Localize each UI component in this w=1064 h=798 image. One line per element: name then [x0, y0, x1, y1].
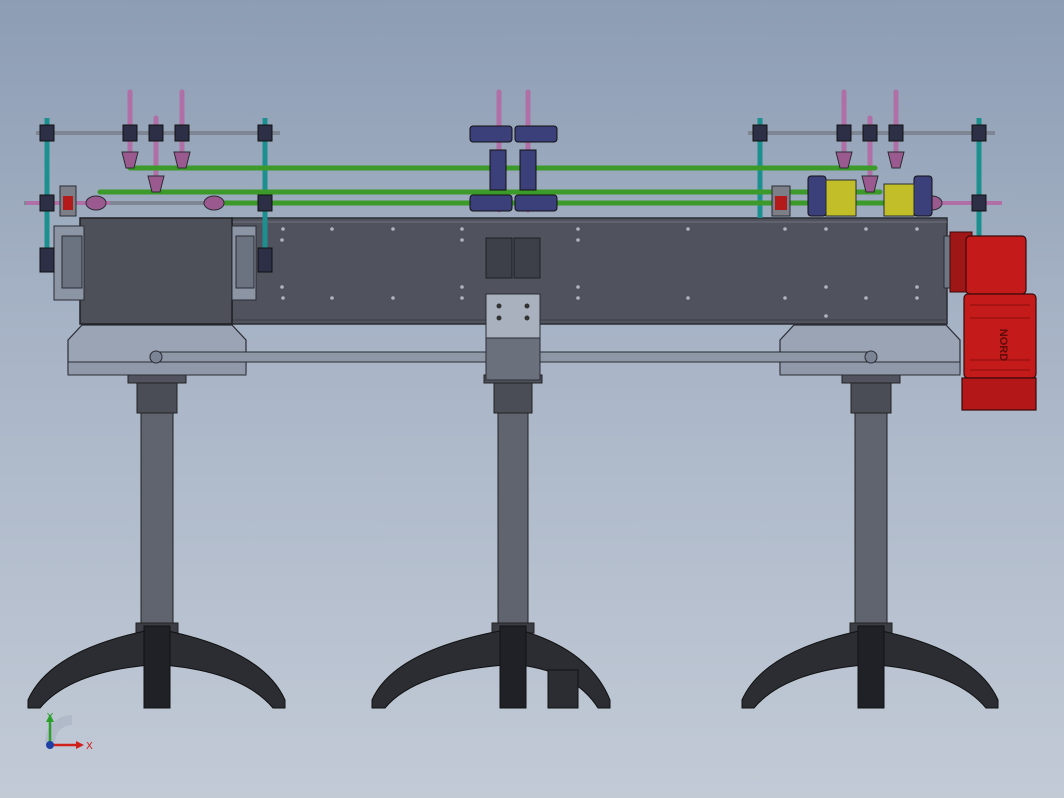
z-axis-dot — [46, 741, 54, 749]
motor-brand-label: NORD — [997, 329, 1009, 361]
support-leg-right — [741, 374, 999, 709]
gear-motor: NORD — [949, 231, 1037, 411]
conveyor-model[interactable]: NORD — [0, 0, 1064, 798]
support-leg-center — [371, 374, 611, 709]
y-axis-label: Y — [46, 712, 54, 723]
x-axis-label: X — [86, 741, 93, 752]
orientation-triad[interactable]: Y X — [30, 712, 100, 762]
support-leg-left — [27, 374, 286, 709]
cad-viewport[interactable]: NORD Y X — [0, 0, 1064, 798]
